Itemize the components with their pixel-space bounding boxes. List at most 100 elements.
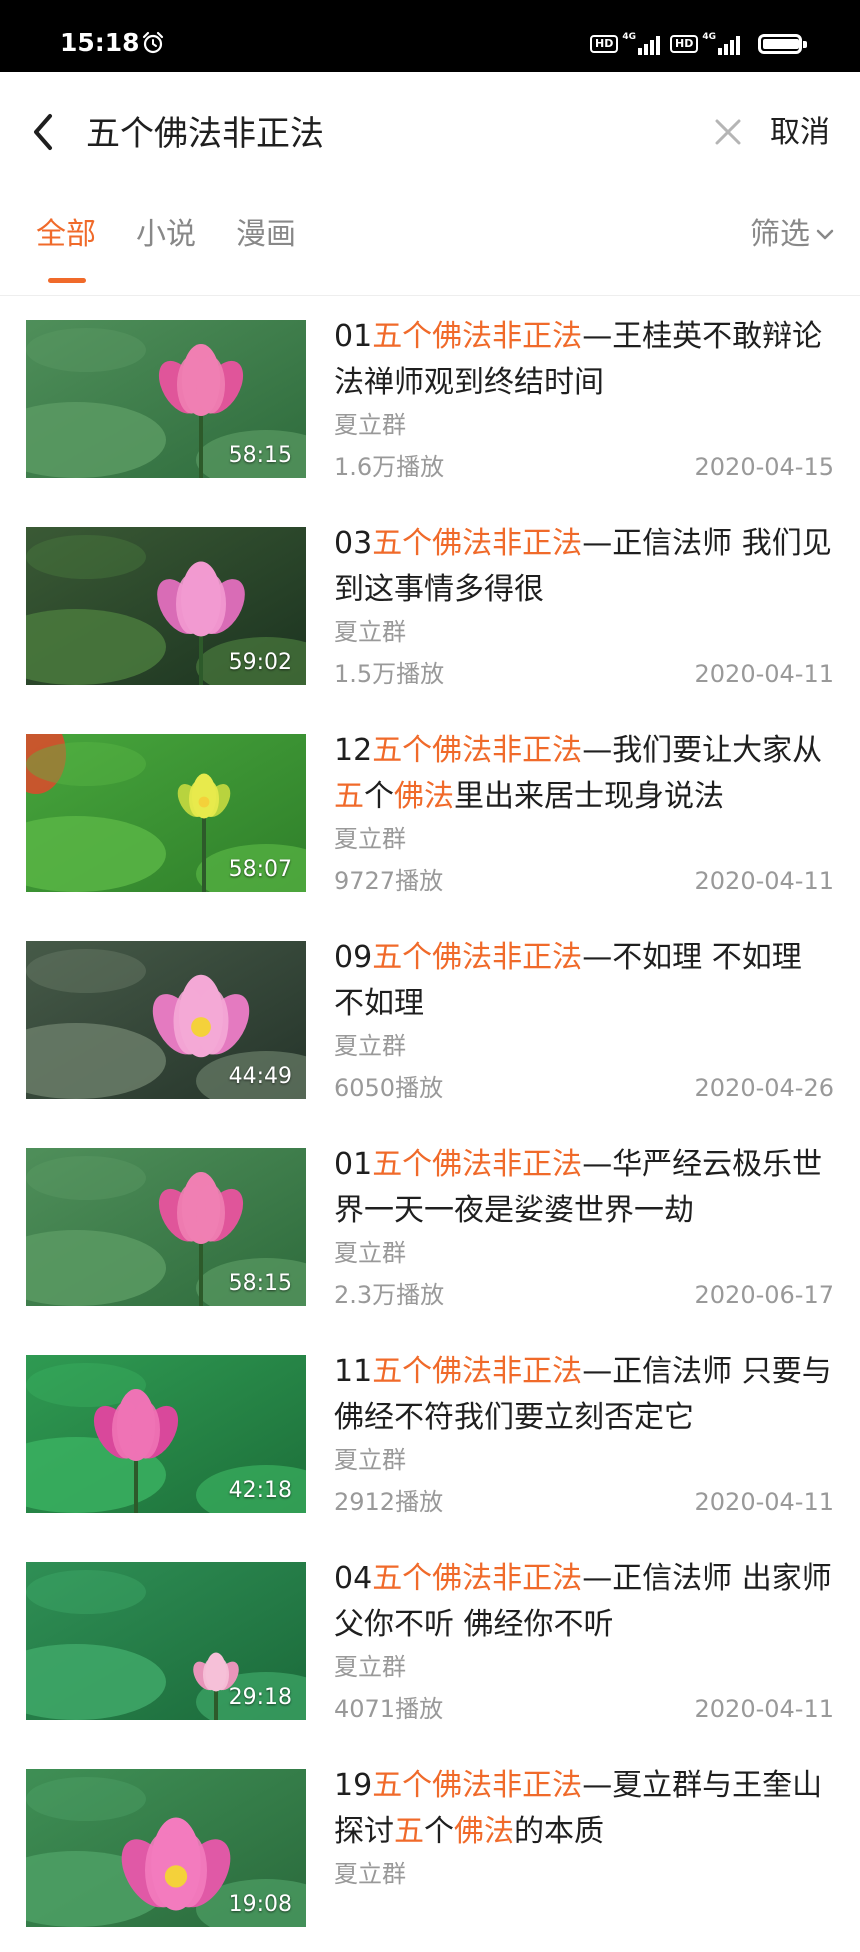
video-thumbnail[interactable]: 29:18 [26,1562,306,1720]
publish-date: 2020-06-17 [694,1281,834,1309]
battery-icon [758,34,807,54]
author-name[interactable]: 夏立群 [334,1652,406,1682]
highlighted-keyword: 五个佛法非正法 [372,940,583,975]
network-type: 4G [702,32,716,42]
title-text: 11 [334,1354,373,1389]
author-name[interactable]: 夏立群 [334,617,406,647]
highlighted-keyword: 五 [334,779,364,814]
cancel-button[interactable]: 取消 [770,116,830,150]
title-text: 03 [334,526,373,561]
title-text: 04 [334,1561,373,1596]
video-duration: 44:49 [228,1064,292,1089]
result-title[interactable]: 12五个佛法非正法—我们要让大家从五个佛法里出来居士现身说法 [334,728,834,820]
highlighted-keyword: 五个佛法非正法 [372,319,583,354]
chevron-down-icon [816,229,834,240]
alarm-clock-icon [142,31,164,54]
highlighted-keyword: 五个佛法非正法 [372,526,583,561]
result-item[interactable]: 59:02 03五个佛法非正法—正信法师 我们见到这事情多得很夏立群 1.5万播放 2… [0,503,860,710]
title-text: 的本质 [514,1814,604,1849]
result-item[interactable]: 58:15 01五个佛法非正法—王桂英不敢辩论 法禅师观到终结时间夏立群 1.6万播… [0,296,860,503]
result-item[interactable]: 19:08 19五个佛法非正法—夏立群与王奎山探讨五个佛法的本质 夏立群 [0,1745,860,1952]
publish-date: 2020-04-15 [694,453,834,481]
publish-date: 2020-04-11 [694,1488,834,1516]
publish-date: 2020-04-26 [694,1074,834,1102]
result-title[interactable]: 04五个佛法非正法—正信法师 出家师父你不听 佛经你不听 [334,1556,834,1648]
result-title[interactable]: 09五个佛法非正法—不如理 不如理 不如理 [334,935,834,1027]
close-icon[interactable] [712,116,744,148]
highlighted-keyword: 五个佛法非正法 [372,1147,583,1182]
status-bar: 15:18 HD 4G HD 4G [0,0,860,72]
title-text: —我们要让大家从 [582,733,823,768]
author-name[interactable]: 夏立群 [334,1031,406,1061]
video-thumbnail[interactable]: 44:49 [26,941,306,1099]
battery-level [763,39,800,49]
video-duration: 58:07 [228,857,292,882]
play-count: 4071播放 [334,1695,444,1723]
result-title[interactable]: 03五个佛法非正法—正信法师 我们见到这事情多得很 [334,521,834,613]
search-input[interactable]: 五个佛法非正法 [86,114,324,154]
result-item[interactable]: 44:49 09五个佛法非正法—不如理 不如理 不如理 夏立群 6050播放 2020-… [0,917,860,1124]
video-thumbnail[interactable]: 42:18 [26,1355,306,1513]
play-count: 1.6万播放 [334,453,445,481]
video-duration: 42:18 [228,1478,292,1503]
result-item[interactable]: 29:18 04五个佛法非正法—正信法师 出家师父你不听 佛经你不听夏立群 4071… [0,1538,860,1745]
signal-bars-icon [638,33,660,55]
publish-date: 2020-04-11 [694,1695,834,1723]
result-title[interactable]: 01五个佛法非正法—王桂英不敢辩论 法禅师观到终结时间 [334,314,834,406]
chevron-left-icon[interactable] [28,110,58,154]
system-status-icons: HD 4G HD 4G [590,28,807,60]
video-thumbnail[interactable]: 58:15 [26,320,306,478]
play-count: 2.3万播放 [334,1281,445,1309]
author-name[interactable]: 夏立群 [334,824,406,854]
result-title[interactable]: 11五个佛法非正法—正信法师 只要与佛经不符我们要立刻否定它 [334,1349,834,1441]
search-header: 五个佛法非正法 取消 [0,72,860,192]
filter-label: 筛选 [750,217,810,252]
author-name[interactable]: 夏立群 [334,1238,406,1268]
video-duration: 59:02 [228,650,292,675]
title-text: 里出来居士现身说法 [454,779,724,814]
highlighted-keyword: 五个佛法非正法 [372,1561,583,1596]
video-thumbnail[interactable]: 58:15 [26,1148,306,1306]
play-count: 1.5万播放 [334,660,445,688]
sim2-signal: HD 4G [670,32,740,55]
signal-bars-icon [718,33,740,55]
category-tabs: 全部 小说 漫画 筛选 [0,192,860,296]
publish-date: 2020-04-11 [694,867,834,895]
title-text: 12 [334,733,373,768]
title-text: 01 [334,319,373,354]
video-duration: 58:15 [228,443,292,468]
highlighted-keyword: 佛法 [394,779,454,814]
highlighted-keyword: 佛法 [454,1814,514,1849]
status-time: 15:18 [60,28,140,57]
network-type: 4G [622,32,636,42]
result-title[interactable]: 01五个佛法非正法—华严经云极乐世界一天一夜是娑婆世界一劫 [334,1142,834,1234]
result-title[interactable]: 19五个佛法非正法—夏立群与王奎山探讨五个佛法的本质 [334,1763,834,1855]
result-item[interactable]: 42:18 11五个佛法非正法—正信法师 只要与佛经不符我们要立刻否定它夏立群 29… [0,1331,860,1538]
hd-badge: HD [590,34,619,54]
author-name[interactable]: 夏立群 [334,1859,406,1889]
play-count: 9727播放 [334,867,444,895]
video-thumbnail[interactable]: 59:02 [26,527,306,685]
result-item[interactable]: 58:07 12五个佛法非正法—我们要让大家从五个佛法里出来居士现身说法 夏立群 97… [0,710,860,917]
tab-comic[interactable]: 漫画 [236,215,296,255]
video-thumbnail[interactable]: 19:08 [26,1769,306,1927]
active-tab-indicator [48,278,86,283]
highlighted-keyword: 五个佛法非正法 [372,1354,583,1389]
filter-button[interactable]: 筛选 [750,215,834,255]
title-text: 01 [334,1147,373,1182]
hd-badge: HD [670,34,699,54]
video-duration: 29:18 [228,1685,292,1710]
publish-date: 2020-04-11 [694,660,834,688]
play-count: 2912播放 [334,1488,444,1516]
highlighted-keyword: 五 [394,1814,424,1849]
highlighted-keyword: 五个佛法非正法 [372,1768,583,1803]
video-thumbnail[interactable]: 58:07 [26,734,306,892]
search-results-list: 58:15 01五个佛法非正法—王桂英不敢辩论 法禅师观到终结时间夏立群 1.6万播… [0,296,860,1952]
author-name[interactable]: 夏立群 [334,410,406,440]
result-item[interactable]: 58:15 01五个佛法非正法—华严经云极乐世界一天一夜是娑婆世界一劫夏立群 2.3… [0,1124,860,1331]
title-text: 19 [334,1768,373,1803]
tab-novel[interactable]: 小说 [136,215,196,255]
sim1-signal: HD 4G [590,32,660,55]
tab-all[interactable]: 全部 [36,215,96,255]
author-name[interactable]: 夏立群 [334,1445,406,1475]
